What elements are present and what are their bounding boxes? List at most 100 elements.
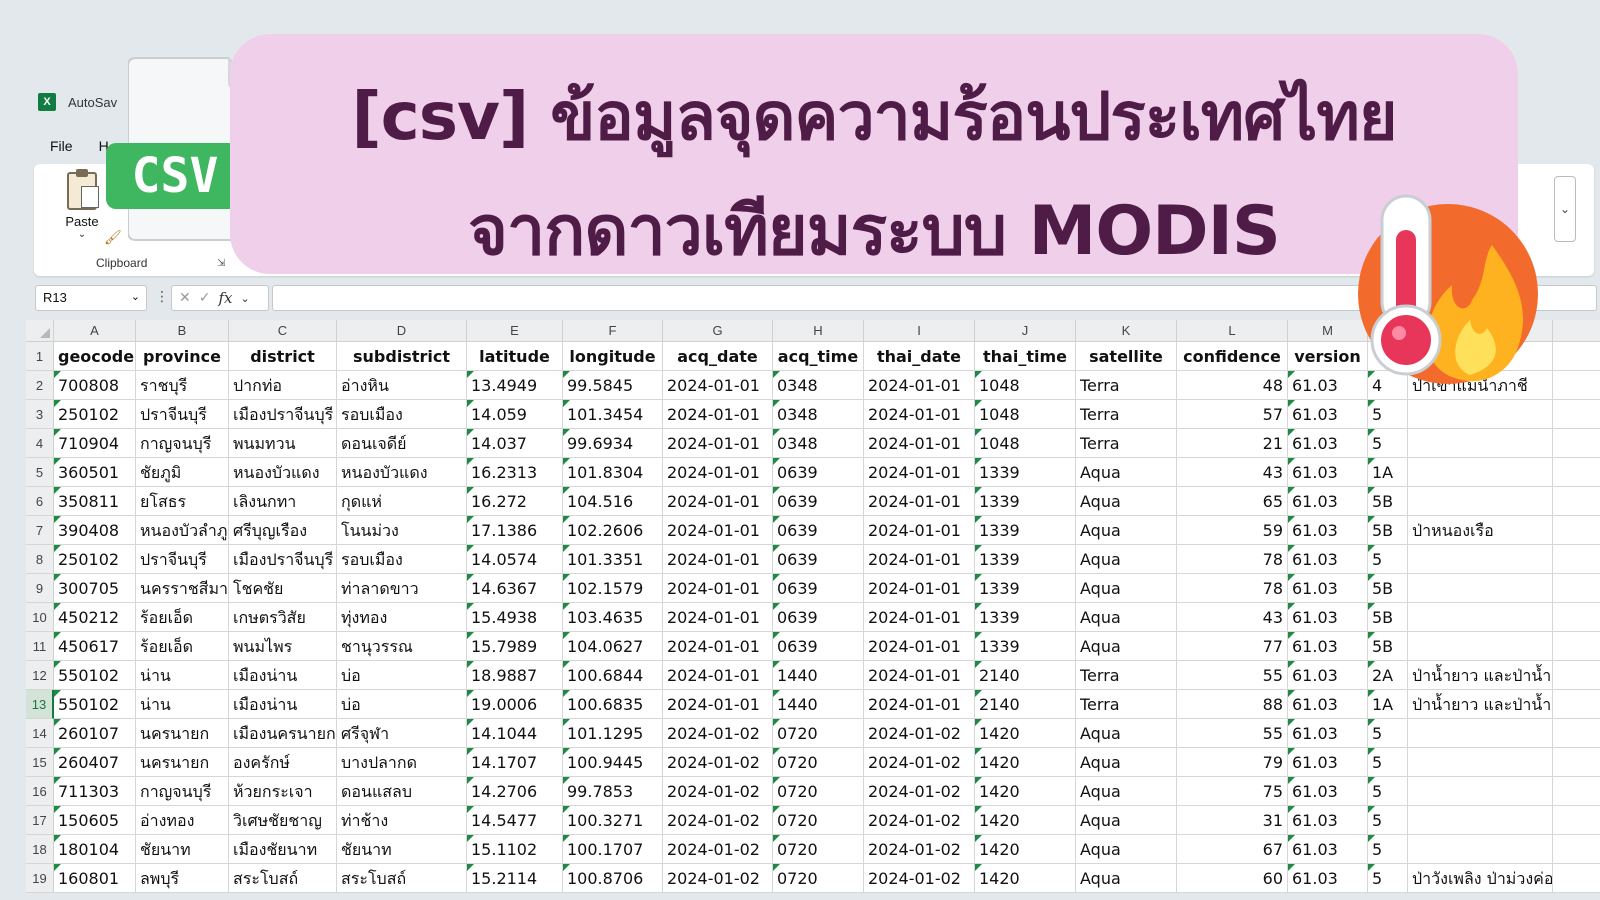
- menu-file[interactable]: File: [50, 138, 73, 154]
- dialog-launcher-icon[interactable]: ⇲: [217, 258, 225, 269]
- cell[interactable]: 711303: [54, 777, 136, 806]
- cell[interactable]: น่าน: [136, 661, 229, 690]
- cell[interactable]: 77: [1177, 632, 1288, 661]
- cell[interactable]: รอบเมือง: [337, 400, 467, 429]
- cell[interactable]: 0720: [773, 777, 864, 806]
- column-title-cell[interactable]: thai_date: [864, 342, 975, 371]
- cell[interactable]: 13.4949: [467, 371, 563, 400]
- cell[interactable]: [1553, 574, 1600, 603]
- cell[interactable]: 350811: [54, 487, 136, 516]
- cell[interactable]: 5B: [1368, 487, 1408, 516]
- cell[interactable]: 2024-01-02: [864, 719, 975, 748]
- insert-function-icon[interactable]: fx: [218, 289, 232, 307]
- cell[interactable]: 5B: [1368, 632, 1408, 661]
- cell[interactable]: 19.0006: [467, 690, 563, 719]
- cell[interactable]: เมืองชัยนาท: [229, 835, 337, 864]
- cell[interactable]: 61.03: [1288, 545, 1368, 574]
- cell[interactable]: 1A: [1368, 458, 1408, 487]
- row-number[interactable]: 15: [26, 748, 54, 777]
- cell[interactable]: Terra: [1076, 661, 1177, 690]
- cell[interactable]: 55: [1177, 661, 1288, 690]
- cell[interactable]: 1420: [975, 864, 1076, 893]
- cell[interactable]: Terra: [1076, 400, 1177, 429]
- cell[interactable]: สระโบสถ์: [229, 864, 337, 893]
- column-title-cell[interactable]: geocode: [54, 342, 136, 371]
- cell[interactable]: 0639: [773, 458, 864, 487]
- cell[interactable]: 79: [1177, 748, 1288, 777]
- cell[interactable]: 5: [1368, 835, 1408, 864]
- cell[interactable]: บ่อ: [337, 690, 467, 719]
- cell[interactable]: ปราจีนบุรี: [136, 400, 229, 429]
- cell[interactable]: Aqua: [1076, 458, 1177, 487]
- cell[interactable]: 61.03: [1288, 603, 1368, 632]
- chevron-down-icon[interactable]: ⌄: [52, 229, 112, 240]
- cell[interactable]: 2024-01-02: [864, 777, 975, 806]
- cell[interactable]: 0639: [773, 545, 864, 574]
- cell[interactable]: เมืองนครนายก: [229, 719, 337, 748]
- cell[interactable]: 1440: [773, 661, 864, 690]
- column-header[interactable]: E: [467, 320, 563, 342]
- cell[interactable]: 2A: [1368, 661, 1408, 690]
- cell[interactable]: 1339: [975, 516, 1076, 545]
- cell[interactable]: 0720: [773, 835, 864, 864]
- cell[interactable]: ชัยภูมิ: [136, 458, 229, 487]
- cell[interactable]: 61.03: [1288, 864, 1368, 893]
- paste-button[interactable]: Paste ⌄: [52, 169, 112, 240]
- cell[interactable]: 2024-01-01: [864, 632, 975, 661]
- cell[interactable]: 0720: [773, 806, 864, 835]
- cell[interactable]: 1339: [975, 487, 1076, 516]
- cell[interactable]: นครนายก: [136, 719, 229, 748]
- cell[interactable]: 2024-01-01: [864, 487, 975, 516]
- cell[interactable]: 2024-01-01: [663, 429, 773, 458]
- cell[interactable]: [1553, 748, 1600, 777]
- cell[interactable]: 61.03: [1288, 429, 1368, 458]
- cell[interactable]: 104.516: [563, 487, 663, 516]
- cell[interactable]: 67: [1177, 835, 1288, 864]
- cell[interactable]: [1553, 835, 1600, 864]
- name-box[interactable]: R13 ⌄: [35, 285, 147, 311]
- cell[interactable]: 5: [1368, 400, 1408, 429]
- row-number[interactable]: 14: [26, 719, 54, 748]
- column-title-cell[interactable]: subdistrict: [337, 342, 467, 371]
- cell[interactable]: 1420: [975, 719, 1076, 748]
- cell[interactable]: 103.4635: [563, 603, 663, 632]
- cell[interactable]: 2024-01-02: [663, 719, 773, 748]
- column-header[interactable]: K: [1076, 320, 1177, 342]
- cell[interactable]: 99.6934: [563, 429, 663, 458]
- cell[interactable]: 21: [1177, 429, 1288, 458]
- cell[interactable]: 100.9445: [563, 748, 663, 777]
- cell[interactable]: 100.1707: [563, 835, 663, 864]
- cell[interactable]: [1408, 574, 1553, 603]
- cell[interactable]: 14.059: [467, 400, 563, 429]
- cell[interactable]: ร้อยเอ็ด: [136, 603, 229, 632]
- row-number[interactable]: 17: [26, 806, 54, 835]
- cell[interactable]: 250102: [54, 400, 136, 429]
- cell[interactable]: [1408, 806, 1553, 835]
- cell[interactable]: 60: [1177, 864, 1288, 893]
- cell[interactable]: ป่าวังเพลิง ป่าม่วงค่อมแ: [1408, 864, 1553, 893]
- cell[interactable]: 0720: [773, 719, 864, 748]
- cell[interactable]: 2024-01-01: [663, 603, 773, 632]
- column-header[interactable]: G: [663, 320, 773, 342]
- cell[interactable]: 0348: [773, 429, 864, 458]
- cell[interactable]: 2024-01-02: [864, 748, 975, 777]
- cell[interactable]: ชัยนาท: [136, 835, 229, 864]
- cell[interactable]: 2024-01-01: [663, 574, 773, 603]
- cell[interactable]: 2024-01-01: [663, 458, 773, 487]
- cell[interactable]: กาญจนบุรี: [136, 429, 229, 458]
- cell[interactable]: โนนม่วง: [337, 516, 467, 545]
- column-header[interactable]: B: [136, 320, 229, 342]
- cell[interactable]: ลพบุรี: [136, 864, 229, 893]
- row-number[interactable]: 11: [26, 632, 54, 661]
- cell[interactable]: 450212: [54, 603, 136, 632]
- cell[interactable]: 700808: [54, 371, 136, 400]
- row-number[interactable]: 2: [26, 371, 54, 400]
- cell[interactable]: 100.6844: [563, 661, 663, 690]
- cell[interactable]: กาญจนบุรี: [136, 777, 229, 806]
- cell[interactable]: [1553, 864, 1600, 893]
- cell[interactable]: 2024-01-01: [663, 661, 773, 690]
- cell[interactable]: วิเศษชัยชาญ: [229, 806, 337, 835]
- row-number[interactable]: 8: [26, 545, 54, 574]
- cell[interactable]: นครนายก: [136, 748, 229, 777]
- column-title-cell[interactable]: confidence: [1177, 342, 1288, 371]
